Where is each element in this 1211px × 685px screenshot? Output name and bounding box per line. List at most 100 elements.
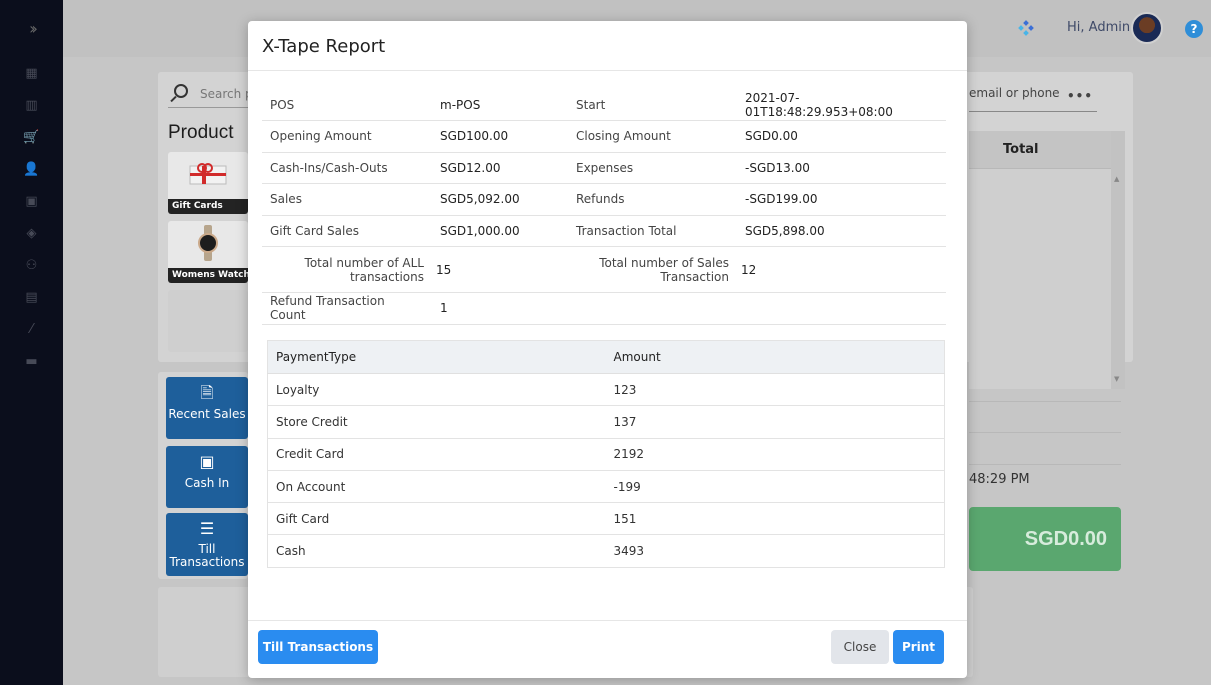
discount-icon[interactable]: ⁄ [0,313,63,345]
table-row: On Account -199 [267,470,945,504]
scroll-up-icon[interactable]: ▲ [1114,175,1119,183]
dashboard-icon[interactable]: ▦ [0,57,63,89]
report-summary-table: POS m-POS Start 2021-07-01T18:48:29.953+08:… [262,89,946,325]
till-transactions-button[interactable]: ☰ Till Transactions [166,513,248,576]
table-row: Total number of ALL transactions 15 Total… [262,246,946,293]
payment-type-cell: Gift Card [267,502,606,536]
table-row: Refund Transaction Count 1 [262,292,946,325]
table-row: POS m-POS Start 2021-07-01T18:48:29.953+08:… [262,89,946,121]
amount-cell: -199 [605,470,945,504]
row-label: Cash-Ins/Cash-Outs [262,152,432,184]
close-button[interactable]: Close [831,630,889,664]
row-value: m-POS [432,89,568,121]
row-value: SGD12.00 [432,152,568,184]
refund-count-label: Refund Transaction Count [262,292,432,325]
payment-type-table: PaymentType Amount Loyalty 123 Store Credi… [267,340,945,568]
amount-cell: 137 [605,405,945,439]
help-icon[interactable]: ? [1185,20,1203,38]
reports-icon[interactable]: ▥ [0,89,63,121]
refund-count-value: 1 [432,292,568,325]
receipt-clock-icon: 🗎 [200,383,214,402]
apps-diamond-icon[interactable] [1018,20,1034,36]
total-all-label: Total number of ALL transactions [262,246,432,293]
cash-icon: ▣ [199,452,215,471]
list-icon: ☰ [199,519,215,538]
customers-icon[interactable]: 👤 [0,153,63,185]
row-value: 2021-07-01T18:48:29.953+08:00 [737,89,946,121]
table-row: Gift Card 151 [267,502,945,536]
avatar[interactable] [1131,12,1163,44]
payment-type-cell: On Account [267,470,606,504]
table-row: Opening Amount SGD100.00 Closing Amount SGD… [262,120,946,153]
product-tile-womens-watch[interactable]: Womens Watch... [168,221,248,283]
product-caption: Womens Watch... [168,268,248,283]
recent-sales-button[interactable]: 🗎 Recent Sales [166,377,248,439]
row-value: SGD5,092.00 [432,183,568,216]
table-row: Credit Card 2192 [267,438,945,471]
cart-icon[interactable]: 🛒 [0,121,63,153]
product-tile-gift-cards[interactable]: Gift Cards [168,152,248,214]
row-value: SGD5,898.00 [737,215,946,247]
row-label: Transaction Total [568,215,737,247]
divider [969,464,1121,465]
row-value: -SGD13.00 [737,152,946,184]
row-label: Opening Amount [262,120,432,153]
payment-type-cell: Credit Card [267,438,606,471]
row-label: Sales [262,183,432,216]
table-row: Cash-Ins/Cash-Outs SGD12.00 Expenses -SGD13… [262,152,946,184]
cart-table: Total ▲ ▼ [969,131,1125,389]
row-value: SGD0.00 [737,120,946,153]
user-greeting[interactable]: Hi, Admin [1067,20,1130,35]
product-tile-empty [168,290,248,352]
total-all-value: 15 [432,246,568,293]
divider [969,432,1121,433]
row-value: SGD1,000.00 [432,215,568,247]
divider [969,401,1121,402]
table-row: Cash 3493 [267,534,945,568]
payment-type-cell: Loyalty [267,373,606,407]
payment-type-cell: Cash [267,534,606,568]
modal-body: POS m-POS Start 2021-07-01T18:48:29.953+08:… [262,89,946,325]
payment-type-cell: Store Credit [267,405,606,439]
table-row: Sales SGD5,092.00 Refunds -SGD199.00 [262,183,946,216]
products-icon[interactable]: ◈ [0,217,63,249]
row-value: -SGD199.00 [737,183,946,216]
toggle-icon[interactable]: ▬ [0,345,63,377]
row-value: SGD100.00 [432,120,568,153]
amount-cell: 123 [605,373,945,407]
scroll-down-icon[interactable]: ▼ [1114,375,1119,383]
cart-scrollbar[interactable]: ▲ ▼ [1111,131,1125,389]
row-label: Closing Amount [568,120,737,153]
products-heading: Product [168,122,234,143]
modal-footer: Till Transactions Close Print [248,620,967,678]
product-caption: Gift Cards [168,199,248,214]
table-header-row: PaymentType Amount [267,340,945,374]
total-sales-value: 12 [737,246,946,293]
row-label: Start [568,89,737,121]
modal-header: X-Tape Report [248,21,967,71]
column-header-payment-type: PaymentType [267,340,606,374]
modal-title: X-Tape Report [262,36,386,57]
print-button[interactable]: Print [893,630,944,664]
pay-total-button[interactable]: SGD0.00 [969,507,1121,571]
till-transactions-button[interactable]: Till Transactions [258,630,378,664]
store-icon[interactable]: ▣ [0,185,63,217]
sidebar-toggle-icon[interactable]: ›› [0,0,63,57]
gift-icon[interactable]: ▤ [0,281,63,313]
column-header-amount: Amount [605,340,945,374]
cash-in-button[interactable]: ▣ Cash In [166,446,248,508]
table-row: Loyalty 123 [267,373,945,407]
row-label: Gift Card Sales [262,215,432,247]
gift-card-image [189,163,227,185]
staff-icon[interactable]: ⚇ [0,249,63,281]
row-label: Expenses [568,152,737,184]
search-input[interactable]: Search p [200,87,253,101]
amount-cell: 2192 [605,438,945,471]
more-options-icon[interactable]: ••• [1067,89,1093,103]
sidebar: ›› ▦ ▥ 🛒 👤 ▣ ◈ ⚇ ▤ ⁄ ▬ [0,0,63,685]
amount-cell: 151 [605,502,945,536]
customer-search-input[interactable]: email or phone ••• [969,86,1097,112]
row-label: Refunds [568,183,737,216]
x-tape-report-modal: X-Tape Report POS m-POS Start 2021-07-01T18… [248,21,967,678]
cart-total-header: Total [969,131,1125,169]
